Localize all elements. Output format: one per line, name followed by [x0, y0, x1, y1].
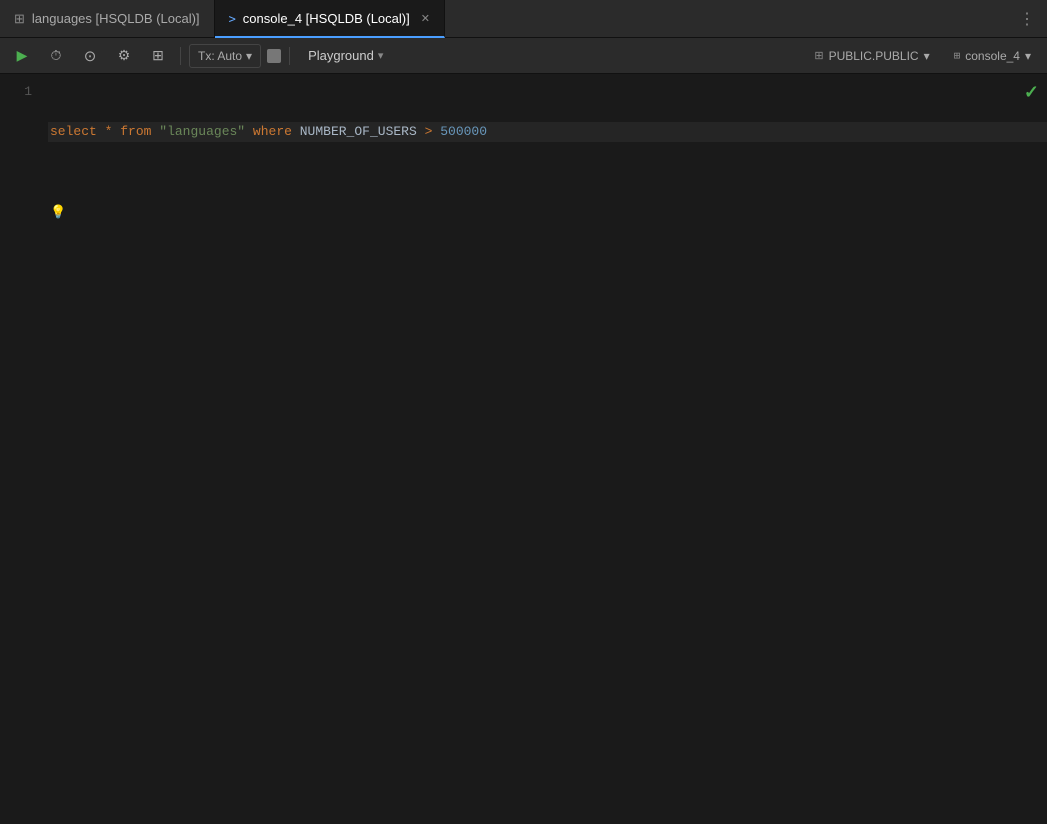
- settings-button[interactable]: ⚙: [110, 43, 138, 69]
- space3: [151, 122, 159, 142]
- more-icon: ⋮: [1019, 9, 1035, 29]
- grid-icon: [14, 11, 25, 27]
- code-line-2: 💡: [48, 202, 1047, 222]
- close-icon[interactable]: ✕: [421, 12, 430, 25]
- operator-gt: >: [425, 122, 433, 142]
- line-number-1: 1: [0, 82, 32, 102]
- table-name: "languages": [159, 122, 245, 142]
- console-label: console_4: [965, 49, 1020, 63]
- editor-content[interactable]: select * from "languages" where NUMBER_O…: [44, 74, 1047, 824]
- tx-dropdown-icon: ▾: [246, 49, 252, 63]
- schema-selector[interactable]: ⊞ PUBLIC.PUBLIC ▾: [806, 47, 937, 65]
- history-icon: ⏱: [51, 47, 62, 64]
- playground-dropdown-icon: ▾: [378, 49, 384, 62]
- keyword-where: where: [253, 122, 292, 142]
- grid-button[interactable]: ⊞: [144, 43, 172, 69]
- space5: [292, 122, 300, 142]
- lightbulb-hint-icon[interactable]: 💡: [50, 203, 66, 223]
- keyword-from: from: [120, 122, 151, 142]
- tab-bar: languages [HSQLDB (Local)] console_4 [HS…: [0, 0, 1047, 38]
- gutter-checkmark: ✓: [1024, 82, 1039, 103]
- column-name: NUMBER_OF_USERS: [300, 122, 417, 142]
- grid-view-icon: ⊞: [152, 47, 164, 64]
- line-numbers: 1: [0, 74, 44, 824]
- space7: [432, 122, 440, 142]
- number-value: 500000: [440, 122, 487, 142]
- tx-selector[interactable]: Tx: Auto ▾: [189, 44, 261, 68]
- tab-languages-label: languages [HSQLDB (Local)]: [32, 11, 200, 26]
- toolbar: ▶ ⏱ ⊙ ⚙ ⊞ Tx: Auto ▾ Playground ▾ ⊞ PUBL…: [0, 38, 1047, 74]
- tab-more-button[interactable]: ⋮: [1007, 0, 1047, 37]
- tab-languages[interactable]: languages [HSQLDB (Local)]: [0, 0, 215, 37]
- console-db-icon: ⊞: [954, 49, 961, 62]
- run-icon: ▶: [17, 47, 28, 64]
- playground-label: Playground: [308, 48, 374, 63]
- operator-star: *: [105, 122, 113, 142]
- schema-db-icon: ⊞: [814, 49, 823, 62]
- settings-icon: ⚙: [118, 47, 131, 64]
- toolbar-right: ⊞ PUBLIC.PUBLIC ▾ ⊞ console_4 ▾: [806, 47, 1039, 65]
- explain-button[interactable]: ⊙: [76, 43, 104, 69]
- space4: [245, 122, 253, 142]
- space6: [417, 122, 425, 142]
- run-button[interactable]: ▶: [8, 43, 36, 69]
- console-dropdown-icon: ▾: [1025, 49, 1031, 63]
- code-line-1[interactable]: select * from "languages" where NUMBER_O…: [48, 122, 1047, 142]
- check-icon: ✓: [1024, 82, 1039, 102]
- space1: [97, 122, 105, 142]
- keyword-select: select: [50, 122, 97, 142]
- schema-label: PUBLIC.PUBLIC: [829, 49, 919, 63]
- console-selector[interactable]: ⊞ console_4 ▾: [946, 47, 1039, 65]
- history-button[interactable]: ⏱: [42, 43, 70, 69]
- tab-console4-label: console_4 [HSQLDB (Local)]: [243, 11, 410, 26]
- console-icon: [229, 11, 236, 26]
- editor-area: 1 select * from "languages" where NUMBER…: [0, 74, 1047, 824]
- stop-button[interactable]: [267, 49, 281, 63]
- space2: [112, 122, 120, 142]
- playground-selector[interactable]: Playground ▾: [298, 46, 393, 65]
- explain-icon: ⊙: [84, 47, 97, 65]
- schema-dropdown-icon: ▾: [924, 49, 930, 63]
- toolbar-divider-2: [289, 47, 290, 65]
- toolbar-divider-1: [180, 47, 181, 65]
- tx-label: Tx: Auto: [198, 49, 242, 63]
- tab-console4[interactable]: console_4 [HSQLDB (Local)] ✕: [215, 0, 445, 38]
